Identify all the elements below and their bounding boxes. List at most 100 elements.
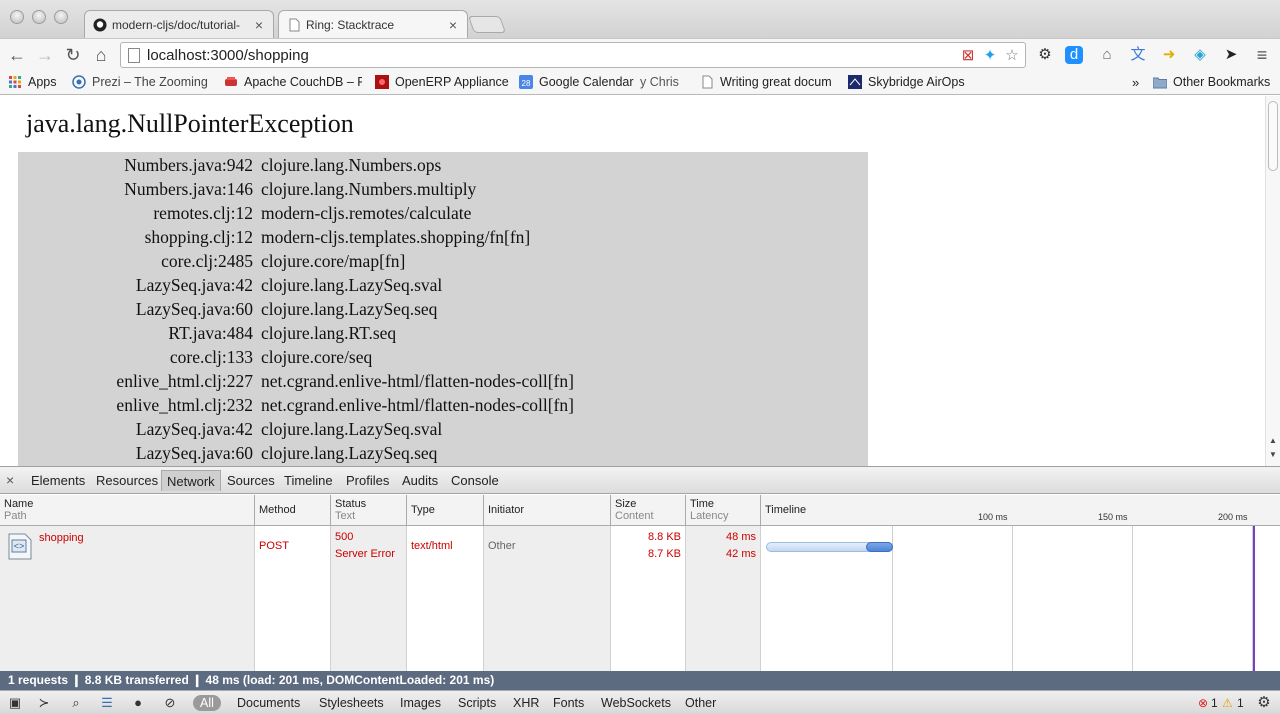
column-timeline-header[interactable]: Timeline xyxy=(761,495,1280,526)
settings-gear-extension-icon[interactable]: ⚙ xyxy=(1034,44,1056,66)
tab-title: Ring: Stacktrace xyxy=(306,17,395,32)
column-type-header[interactable]: Type xyxy=(407,495,484,526)
bookmark-star-icon[interactable]: ☆ xyxy=(1003,47,1021,65)
dock-side-icon[interactable]: ▣ xyxy=(7,695,23,711)
tab-profiles[interactable]: Profiles xyxy=(341,470,394,491)
tab-modern-cljs[interactable]: modern-cljs/doc/tutorial- × xyxy=(84,10,274,38)
bookmark-chris[interactable]: y Chris xyxy=(640,73,679,91)
stacktrace-function: clojure.lang.LazySeq.sval xyxy=(261,275,443,295)
stacktrace-source-location: RT.java:484 xyxy=(168,323,253,343)
stacktrace-source-location: enlive_html.clj:227 xyxy=(116,371,253,391)
bookmark-apps[interactable]: Apps xyxy=(8,73,57,91)
translate-icon[interactable]: 文 xyxy=(1127,44,1149,66)
tab-resources[interactable]: Resources xyxy=(91,470,163,491)
column-time-header[interactable]: Time Latency xyxy=(686,495,761,526)
tab-elements[interactable]: Elements xyxy=(26,470,90,491)
puzzle-extension-icon[interactable]: ◈ xyxy=(1189,44,1211,66)
stacktrace-source-location: Numbers.java:146 xyxy=(124,179,253,199)
blocked-popup-icon[interactable]: ⊠ xyxy=(959,47,977,65)
devtools-panel: × Elements Resources Network Sources Tim… xyxy=(0,466,1280,714)
show-console-icon[interactable]: ≻ xyxy=(36,695,52,711)
address-bar[interactable]: localhost:3000/shopping ⊠ ✦ ☆ xyxy=(120,42,1026,68)
bookmark-writing-great-docs[interactable]: Writing great docum xyxy=(700,73,832,91)
close-tab-icon[interactable]: × xyxy=(253,17,265,33)
tab-audits[interactable]: Audits xyxy=(397,470,443,491)
filter-xhr[interactable]: XHR xyxy=(513,695,539,711)
column-method-header[interactable]: Method xyxy=(255,495,331,526)
large-rows-toggle-icon[interactable]: ☰ xyxy=(99,695,115,711)
filter-stylesheets[interactable]: Stylesheets xyxy=(319,695,384,711)
svg-text:28: 28 xyxy=(522,79,531,88)
bird-extension-icon[interactable]: ➤ xyxy=(1220,44,1242,66)
zoom-window-button[interactable] xyxy=(54,10,68,24)
filter-images[interactable]: Images xyxy=(400,695,441,711)
filter-all[interactable]: All xyxy=(193,695,221,711)
column-name-header[interactable]: Name Path xyxy=(0,495,255,526)
error-count[interactable]: 1 xyxy=(1211,695,1218,711)
bookmark-other-bookmarks[interactable]: Other Bookmarks xyxy=(1153,73,1270,91)
folder-icon xyxy=(1153,77,1167,89)
stacktrace-function: modern-cljs.remotes/calculate xyxy=(261,203,472,223)
column-initiator-header[interactable]: Initiator xyxy=(484,495,611,526)
tab-title: modern-cljs/doc/tutorial- xyxy=(112,17,241,32)
home-icon[interactable]: ⌂ xyxy=(90,44,112,66)
tab-console[interactable]: Console xyxy=(446,470,504,491)
github-icon xyxy=(93,18,107,31)
svg-text:<>: <> xyxy=(14,542,25,552)
error-icon[interactable]: ⊗ xyxy=(1198,695,1208,711)
tab-sources[interactable]: Sources xyxy=(222,470,280,491)
twitter-icon[interactable]: ✦ xyxy=(981,47,999,65)
clear-icon[interactable]: ⊘ xyxy=(162,695,178,711)
filter-scripts[interactable]: Scripts xyxy=(458,695,496,711)
back-arrow-icon[interactable]: ← xyxy=(6,44,28,66)
stacktrace-source-location: core.clj:2485 xyxy=(161,251,253,271)
column-status-header[interactable]: Status Text xyxy=(331,495,407,526)
request-name[interactable]: shopping xyxy=(39,530,84,547)
bookmark-openerp[interactable]: OpenERP Appliance xyxy=(375,73,509,91)
forward-arrow-icon[interactable]: → xyxy=(34,44,56,66)
page-scrollbar[interactable]: ▲ ▼ xyxy=(1265,96,1280,466)
record-icon[interactable]: ● xyxy=(130,695,146,711)
prezi-icon xyxy=(72,75,86,89)
bookmark-skybridge[interactable]: Skybridge AirOps xyxy=(848,73,965,91)
close-window-button[interactable] xyxy=(10,10,24,24)
filter-fonts[interactable]: Fonts xyxy=(553,695,584,711)
close-devtools-icon[interactable]: × xyxy=(6,472,14,488)
scrollbar-thumb[interactable] xyxy=(1268,101,1278,171)
bookmarks-overflow-chevron-icon[interactable]: » xyxy=(1132,73,1139,91)
filter-other[interactable]: Other xyxy=(685,695,716,711)
bookmark-label: Other Bookmarks xyxy=(1173,75,1271,89)
network-grid-header: Name Path Method Status Text Type Initia… xyxy=(0,495,1280,526)
column-sublabel: Path xyxy=(4,510,27,522)
request-method: POST xyxy=(259,540,289,552)
menu-icon[interactable]: ≡ xyxy=(1251,44,1273,66)
filter-websockets[interactable]: WebSockets xyxy=(601,695,671,711)
minimize-window-button[interactable] xyxy=(32,10,46,24)
stacktrace-row: LazySeq.java:42 clojure.lang.LazySeq.sval xyxy=(18,273,868,297)
devtools-tab-bar: × Elements Resources Network Sources Tim… xyxy=(0,467,1280,494)
delicious-icon[interactable]: d xyxy=(1065,46,1083,64)
stacktrace-function: clojure.core/seq xyxy=(261,347,373,367)
column-label: Time xyxy=(690,498,715,510)
bookmark-couchdb[interactable]: Apache CouchDB – F xyxy=(224,73,362,91)
column-size-header[interactable]: Size Content xyxy=(611,495,686,526)
reload-icon[interactable]: ↻ xyxy=(62,44,84,66)
send-to-phone-icon[interactable]: ➜ xyxy=(1158,44,1180,66)
warning-count[interactable]: 1 xyxy=(1237,695,1244,711)
filter-documents[interactable]: Documents xyxy=(237,695,300,711)
new-tab-button[interactable] xyxy=(467,16,507,33)
stacktrace-function: clojure.core/map[fn] xyxy=(261,251,406,271)
tab-network[interactable]: Network xyxy=(161,470,221,491)
search-icon[interactable]: ⌕ xyxy=(68,695,84,711)
scroll-down-arrow-icon[interactable]: ▼ xyxy=(1269,450,1277,459)
bookmark-google-calendar[interactable]: 28 Google Calendar xyxy=(519,73,634,91)
tab-timeline[interactable]: Timeline xyxy=(279,470,338,491)
bookmark-prezi[interactable]: Prezi – The Zooming xyxy=(72,73,212,91)
request-size: 8.8 KB xyxy=(647,531,681,543)
gear-icon[interactable]: ⚙ xyxy=(1256,695,1272,711)
scroll-up-arrow-icon[interactable]: ▲ xyxy=(1269,436,1277,445)
close-tab-icon[interactable]: × xyxy=(447,17,459,33)
house-extension-icon[interactable]: ⌂ xyxy=(1096,44,1118,66)
tab-ring-stacktrace[interactable]: Ring: Stacktrace × xyxy=(278,10,468,38)
warning-icon[interactable]: ⚠ xyxy=(1222,695,1233,711)
